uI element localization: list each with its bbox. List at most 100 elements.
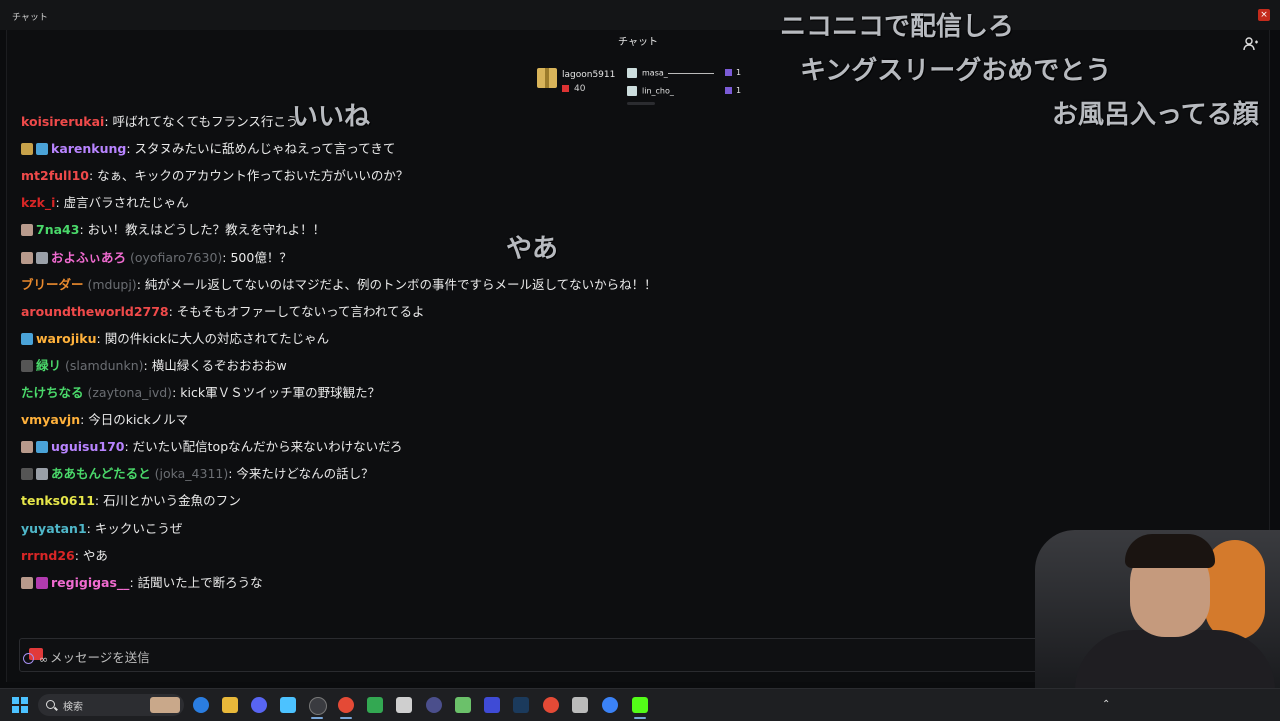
chat-text: : 今来たけどなんの話し？ <box>228 466 374 482</box>
drag-handle[interactable] <box>627 102 655 105</box>
chat-message: regigigas__: 話聞いた上で断ろうな <box>21 573 263 593</box>
chat-username[interactable]: koisirerukai <box>21 114 104 129</box>
tray-chevron-icon[interactable]: ⌃ <box>1102 699 1110 710</box>
rank-name: masa_ <box>642 68 668 78</box>
rank-name: lin_cho_ <box>642 86 674 96</box>
chat-username[interactable]: たけちなる <box>21 385 84 400</box>
discord-icon[interactable] <box>251 697 267 713</box>
windows-start-icon[interactable] <box>12 697 28 713</box>
chat-message: warojiku: 関の件kickに大人の対応されてたじゃん <box>21 329 329 349</box>
chat-username[interactable]: 7na43 <box>36 222 79 237</box>
search-highlight-image <box>150 697 180 713</box>
chat-text: : キックいこうぜ <box>86 520 183 536</box>
chat-text: : kick軍ＶＳツイッチ軍の野球観た？ <box>172 385 381 400</box>
chat-username[interactable]: warojiku <box>36 331 97 346</box>
badge-icon <box>21 251 33 264</box>
chat-message: vmyavjn: 今日のkickノルマ <box>21 410 188 430</box>
chat-message: aroundtheworld2778: そもそもオファーしてないって言われてるよ <box>21 302 425 322</box>
chat-username[interactable]: vmyavjn <box>21 412 80 427</box>
obs-icon[interactable] <box>309 697 327 715</box>
top-gifter-count: 40 <box>562 84 585 94</box>
app-icon[interactable] <box>426 697 442 713</box>
chat-text: : 呼ばれてなくてもフランス行こう <box>104 114 299 129</box>
chat-message: rrrnd26: やあ <box>21 546 108 566</box>
chat-username[interactable]: yuyatan1 <box>21 521 87 536</box>
chrome-icon[interactable] <box>338 697 354 713</box>
chat-handle: (joka_4311) <box>150 466 229 482</box>
top-gifter-name: lagoon5911 <box>562 70 616 80</box>
badge-icon <box>21 359 33 372</box>
chat-text: : 虚言バラされたじゃん <box>55 195 189 211</box>
chat-username[interactable]: ああもんどたると <box>51 466 151 481</box>
chat-message: 緑リ (slamdunkn): 横山緑くるぞおおおおw <box>21 356 287 376</box>
chat-text: : なぁ、キックのアカウント作っておいた方がいいのか？ <box>89 168 409 184</box>
gift-small-icon <box>725 69 732 76</box>
gift-leaderboard[interactable]: lagoon5911 40 masa_ 1 lin_cho_ 1 <box>535 64 755 105</box>
gift-icon <box>537 68 557 88</box>
badge-icon <box>21 143 33 156</box>
chat-username[interactable]: 緑リ <box>36 358 61 373</box>
chat-message: kzk_i: 虚言バラされたじゃん <box>21 193 189 213</box>
chat-username[interactable]: regigigas__ <box>51 575 129 590</box>
chrome-icon[interactable] <box>543 697 559 713</box>
file-explorer-icon[interactable] <box>222 697 238 713</box>
badge-icon <box>36 576 48 589</box>
search-icon <box>46 700 55 709</box>
chat-handle: (mdupj) <box>83 276 137 292</box>
app-icon[interactable] <box>484 697 500 713</box>
message-input-placeholder: メッセージを送信 <box>50 650 150 665</box>
chat-message: koisirerukai: 呼ばれてなくてもフランス行こう <box>21 112 298 132</box>
users-icon[interactable] <box>1243 36 1259 52</box>
chat-message: 7na43: おい！教えはどうした？教えを守れよ！！ <box>21 220 325 240</box>
chat-text: : 話聞いた上で断ろうな <box>129 574 263 590</box>
app-icon[interactable] <box>455 697 471 713</box>
chat-text: : 純がメール返してないのはマジだよ、例のトンボの事件ですらメール返してないから… <box>136 276 657 292</box>
chat-username[interactable]: tenks0611 <box>21 493 95 508</box>
chat-text: : 横山緑くるぞおおおおw <box>143 357 287 373</box>
webcam-overlay <box>1035 530 1280 690</box>
close-button[interactable]: × <box>1258 9 1270 21</box>
search-label: 検索 <box>63 702 83 713</box>
chat-username[interactable]: aroundtheworld2778 <box>21 304 169 319</box>
badge-icon <box>36 441 48 454</box>
steam-icon[interactable] <box>513 697 529 713</box>
chat-message: およふぃあろ (oyofiaro7630): 500億！？ <box>21 248 292 268</box>
rank-gift-count: 1 <box>736 68 742 77</box>
chat-username[interactable]: mt2full10 <box>21 168 89 183</box>
edge-icon[interactable] <box>193 697 209 713</box>
badge-icon <box>21 332 33 345</box>
clock-icon <box>23 653 34 664</box>
streamer-body <box>1075 630 1275 690</box>
chat-text: : 500億！？ <box>222 249 292 265</box>
excel-icon[interactable] <box>367 697 383 713</box>
chat-username[interactable]: およふぃあろ <box>51 250 126 265</box>
chat-text: : スタヌみたいに舐めんじゃねえって言ってきて <box>126 141 396 157</box>
danmaku-comment: お風呂入ってる顔 <box>1052 100 1259 130</box>
taskbar-search[interactable]: 検索 <box>38 694 184 716</box>
streamer-hair <box>1125 534 1215 568</box>
chat-text: : 関の件kickに大人の対応されてたじゃん <box>96 330 330 346</box>
chat-handle: (zaytona_ivd) <box>83 385 173 400</box>
chat-message: uguisu170: だいたい配信topなんだから来ないわけないだろ <box>21 437 402 457</box>
danmaku-comment: ニコニコで配信しろ <box>780 12 1015 42</box>
chat-username[interactable]: uguisu170 <box>51 439 124 454</box>
slow-mode-timer: ∞ <box>23 653 48 666</box>
chat-username[interactable]: kzk_i <box>21 195 55 210</box>
kick-icon[interactable] <box>632 697 648 713</box>
chat-message: tenks0611: 石川とかいう金魚のフン <box>21 491 241 511</box>
chat-handle: (oyofiaro7630) <box>126 249 223 265</box>
chat-username[interactable]: ブリーダー <box>21 277 84 292</box>
message-input[interactable]: メッセージを送信 <box>19 638 1171 672</box>
danmaku-comment: やあ <box>506 234 559 264</box>
app-icon[interactable] <box>572 697 588 713</box>
chat-text: : 石川とかいう金魚のフン <box>94 493 241 509</box>
danmaku-comment: キングスリーグおめでとう <box>800 56 1112 86</box>
chat-username[interactable]: karenkung <box>51 141 126 156</box>
chat-username[interactable]: rrrnd26 <box>21 548 75 563</box>
badge-icon <box>36 251 48 264</box>
rank-gift-count: 1 <box>736 86 742 95</box>
notepad-icon[interactable] <box>280 697 296 713</box>
app-icon[interactable] <box>602 697 618 713</box>
x-icon[interactable] <box>396 697 412 713</box>
gift-small-icon <box>562 85 569 92</box>
